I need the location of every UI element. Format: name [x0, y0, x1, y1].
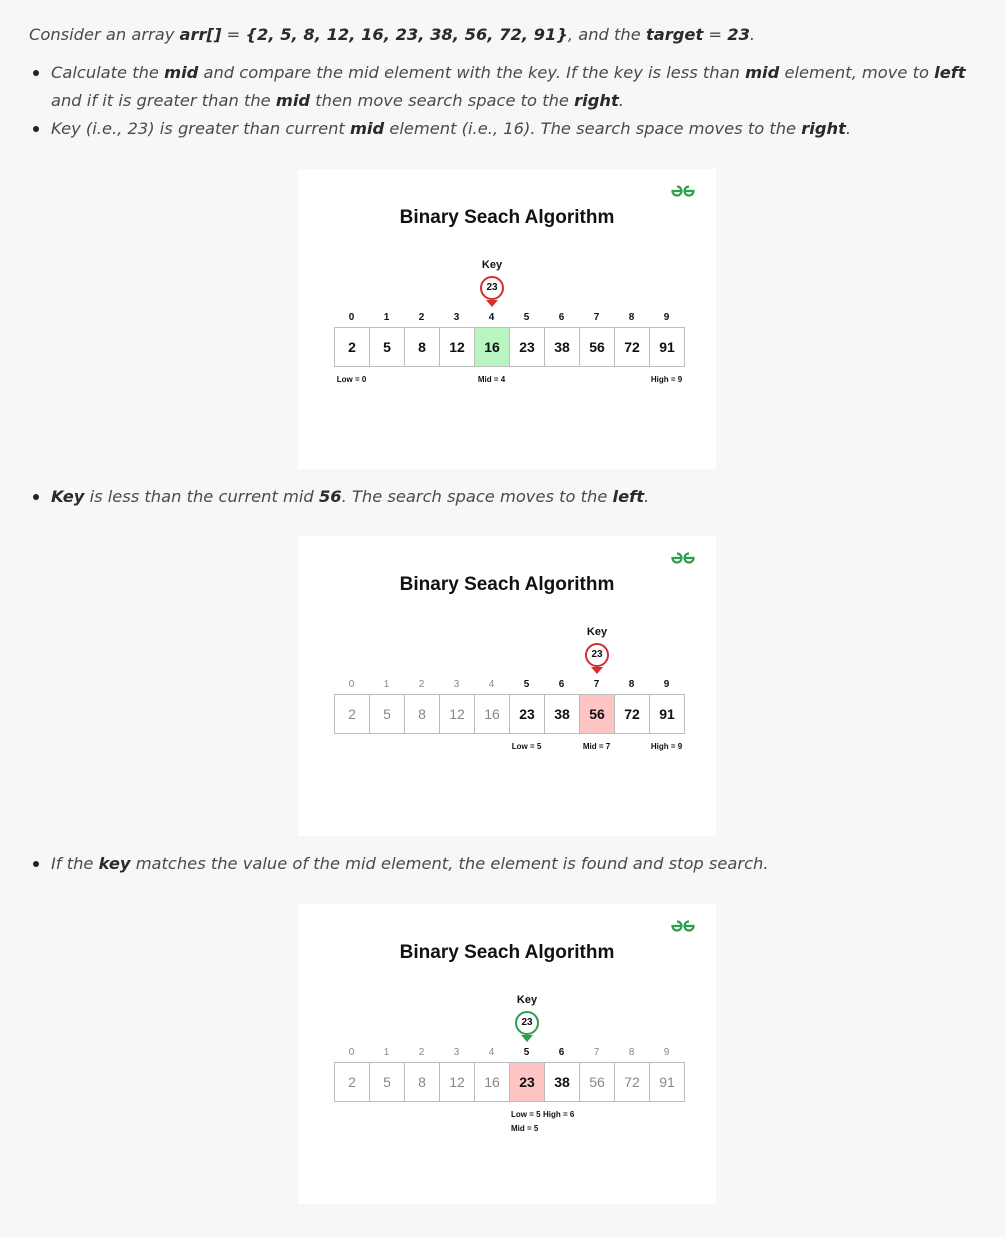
diagram-title: Binary Seach Algorithm [399, 942, 615, 963]
array-index: 5 [523, 679, 530, 690]
array-cell: 16 [474, 1062, 510, 1102]
array-index: 4 [488, 312, 495, 323]
low-pointer-label: Low = 5 [511, 742, 542, 751]
array-cell: 38 [544, 1062, 580, 1102]
array-index: 8 [628, 679, 635, 690]
array-cell: 91 [649, 694, 685, 734]
array-index: 3 [453, 679, 460, 690]
list-item: If the key matches the value of the mid … [2, 850, 992, 878]
key-value-badge: 23 [515, 1011, 539, 1035]
article-content: Consider an array arr[] = {2, 5, 8, 12, … [2, 0, 1003, 1235]
array-index: 9 [663, 312, 670, 323]
array-cell: 56 [579, 694, 615, 734]
gfg-logo-icon [670, 550, 696, 564]
list-item: Key (i.e., 23) is greater than current m… [2, 115, 992, 143]
high-pointer-label: High = 9 [650, 375, 683, 384]
key-pointer-arrow-icon [486, 300, 498, 307]
bullet-list-1: Calculate the mid and compare the mid el… [2, 59, 992, 143]
array-cell: 72 [614, 1062, 650, 1102]
array-index: 6 [558, 1047, 565, 1058]
mid-pointer-label: Mid = 5 [511, 1124, 539, 1133]
array-index: 5 [523, 1047, 530, 1058]
array-index: 8 [628, 312, 635, 323]
array-cell: 56 [579, 327, 615, 367]
array-cell: 8 [404, 694, 440, 734]
array-index: 8 [628, 1047, 635, 1058]
array-cell: 38 [544, 327, 580, 367]
key-value-badge: 23 [585, 643, 609, 667]
diagram-step-3: Binary Seach Algorithm Key 23 0 1 2 3 4 5 6 7 8 9 2 5 8… [298, 904, 716, 1204]
array-index: 7 [593, 679, 600, 690]
array-index: 4 [488, 679, 495, 690]
array-cell: 23 [509, 694, 545, 734]
low-pointer-label: Low = 5 [511, 1110, 541, 1119]
key-label: Key [481, 259, 503, 271]
list-item: Calculate the mid and compare the mid el… [2, 59, 992, 115]
array-cell: 72 [614, 694, 650, 734]
array-cell: 16 [474, 327, 510, 367]
array-cell: 56 [579, 1062, 615, 1102]
key-value-badge: 23 [480, 276, 504, 300]
key-pointer-arrow-icon [591, 667, 603, 674]
low-pointer-label: Low = 0 [336, 375, 367, 384]
array-index: 6 [558, 312, 565, 323]
bullet-list-2: Key is less than the current mid 56. The… [2, 483, 992, 511]
array-cell: 8 [404, 327, 440, 367]
array-index: 1 [383, 1047, 390, 1058]
key-label: Key [516, 994, 538, 1006]
array-cell: 8 [404, 1062, 440, 1102]
array-index: 7 [593, 1047, 600, 1058]
array-index: 2 [418, 312, 425, 323]
mid-pointer-label: Mid = 7 [582, 742, 611, 751]
array-index: 0 [348, 1047, 355, 1058]
gfg-logo-icon [670, 183, 696, 197]
array-cell: 23 [509, 327, 545, 367]
diagram-step-1: Binary Seach Algorithm Key 23 0 1 2 3 4 5 6 7 8 9 2 5 8… [298, 169, 716, 469]
array-cell: 12 [439, 694, 475, 734]
array-cell: 12 [439, 1062, 475, 1102]
array-index: 0 [348, 312, 355, 323]
array-index: 9 [663, 679, 670, 690]
array-cell: 12 [439, 327, 475, 367]
array-cell: 5 [369, 694, 405, 734]
array-cell: 38 [544, 694, 580, 734]
array-cell: 23 [509, 1062, 545, 1102]
array-index: 3 [453, 1047, 460, 1058]
high-pointer-label: High = 9 [650, 742, 683, 751]
array-index: 9 [663, 1047, 670, 1058]
array-index: 2 [418, 1047, 425, 1058]
array-index: 5 [523, 312, 530, 323]
array-index: 1 [383, 679, 390, 690]
array-index: 6 [558, 679, 565, 690]
high-pointer-label: High = 6 [543, 1110, 575, 1119]
array-cell: 91 [649, 1062, 685, 1102]
diagram-title: Binary Seach Algorithm [399, 574, 615, 595]
array-index: 1 [383, 312, 390, 323]
diagram-step-2: Binary Seach Algorithm Key 23 0 1 2 3 4 5 6 7 8 9 2 5 8… [298, 536, 716, 836]
array-index: 3 [453, 312, 460, 323]
array-index: 7 [593, 312, 600, 323]
array-cell: 91 [649, 327, 685, 367]
array-cell: 5 [369, 1062, 405, 1102]
key-label: Key [586, 626, 608, 638]
array-index: 4 [488, 1047, 495, 1058]
array-index: 0 [348, 679, 355, 690]
array-cell: 2 [334, 327, 370, 367]
key-pointer-arrow-icon [521, 1035, 533, 1042]
mid-pointer-label: Mid = 4 [477, 375, 506, 384]
list-item: Key is less than the current mid 56. The… [2, 483, 992, 511]
array-cell: 72 [614, 327, 650, 367]
array-cell: 2 [334, 1062, 370, 1102]
array-cell: 16 [474, 694, 510, 734]
array-index: 2 [418, 679, 425, 690]
diagram-title: Binary Seach Algorithm [399, 207, 615, 228]
array-cell: 2 [334, 694, 370, 734]
array-cell: 5 [369, 327, 405, 367]
bullet-list-3: If the key matches the value of the mid … [2, 850, 992, 878]
gfg-logo-icon [670, 918, 696, 932]
intro-text: Consider an array arr[] = {2, 5, 8, 12, … [29, 25, 756, 44]
